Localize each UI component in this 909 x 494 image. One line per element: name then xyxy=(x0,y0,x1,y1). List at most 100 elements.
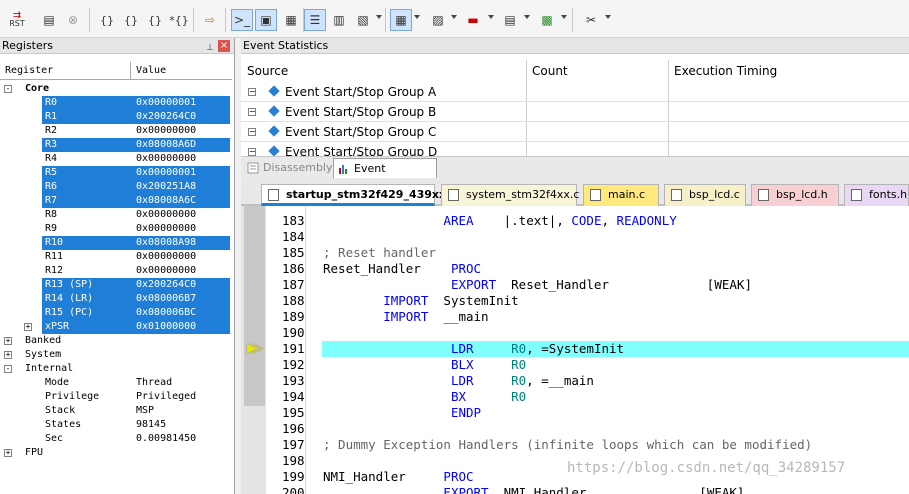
step-icon[interactable]: ▤ xyxy=(38,9,60,31)
register-value[interactable]: 0x00000000 xyxy=(136,152,196,166)
pin-icon[interactable]: ⊥ xyxy=(206,40,214,56)
register-value[interactable]: 0x00000000 xyxy=(136,208,196,222)
expand-icon[interactable]: − xyxy=(248,88,256,96)
register-row[interactable]: Stack MSP xyxy=(0,404,234,418)
register-row[interactable]: R5 0x00000001 xyxy=(0,166,234,180)
command-window-icon[interactable]: >_ xyxy=(231,9,253,31)
register-value[interactable]: 0x01000000 xyxy=(136,320,196,334)
close-icon[interactable]: × xyxy=(218,40,230,52)
code-line[interactable]: 193 LDR R0, =__main xyxy=(241,373,909,389)
code-line[interactable]: 184 xyxy=(241,229,909,245)
expand-icon[interactable]: + xyxy=(4,351,12,359)
code-line[interactable]: 186 Reset_Handler PROC xyxy=(241,261,909,277)
step-over-icon[interactable]: {} xyxy=(120,9,142,31)
col-register[interactable]: Register xyxy=(5,65,53,76)
register-row[interactable]: R6 0x200251A8 xyxy=(0,180,234,194)
register-value[interactable]: 0x08008A6D xyxy=(136,138,196,152)
step-out-icon[interactable]: {} xyxy=(144,9,166,31)
expand-icon[interactable]: + xyxy=(4,337,12,345)
analysis-window-icon[interactable]: ▬ xyxy=(462,9,484,31)
register-value[interactable]: Thread xyxy=(136,376,172,390)
col-execution-timing[interactable]: Execution Timing xyxy=(674,64,777,78)
code-line[interactable]: 197 ; Dummy Exception Handlers (infinite … xyxy=(241,437,909,453)
register-row[interactable]: - Core xyxy=(0,82,234,96)
register-row[interactable]: R0 0x00000001 xyxy=(0,96,234,110)
register-value[interactable]: Privileged xyxy=(136,390,196,404)
tab-disassembly[interactable]: Disassembly xyxy=(243,158,333,178)
register-value[interactable]: 0x00000000 xyxy=(136,250,196,264)
expand-icon[interactable]: + xyxy=(24,323,32,331)
col-source[interactable]: Source xyxy=(247,64,288,78)
register-row[interactable]: R14 (LR) 0x080006B7 xyxy=(0,292,234,306)
register-value[interactable]: 0x00000000 xyxy=(136,222,196,236)
register-row[interactable]: R3 0x08008A6D xyxy=(0,138,234,152)
symbols-window-icon[interactable]: ▦ xyxy=(280,9,302,31)
code-line[interactable]: 200 EXPORT NMI_Handler [WEAK] xyxy=(241,485,909,494)
memory-window-icon[interactable]: ▦ xyxy=(390,9,412,31)
register-row[interactable]: + xPSR 0x01000000 xyxy=(0,320,234,334)
col-value[interactable]: Value xyxy=(136,65,166,76)
code-line[interactable]: 187 EXPORT Reset_Handler [WEAK] xyxy=(241,277,909,293)
register-row[interactable]: R2 0x00000000 xyxy=(0,124,234,138)
code-line[interactable]: 194 BX R0 xyxy=(241,389,909,405)
step-into-icon[interactable]: {} xyxy=(96,9,118,31)
register-value[interactable]: 0x08008A6C xyxy=(136,194,196,208)
expand-icon[interactable]: − xyxy=(248,128,256,136)
registers-window-icon[interactable]: ☰ xyxy=(304,9,326,31)
run-to-cursor-icon[interactable]: *{} xyxy=(168,9,190,31)
watch-window-icon[interactable]: ▧ xyxy=(352,9,374,31)
register-row[interactable]: + System xyxy=(0,348,234,362)
event-group-row[interactable]: − Event Start/Stop Group B xyxy=(241,102,909,122)
register-row[interactable]: R7 0x08008A6C xyxy=(0,194,234,208)
tab-fonts-h[interactable]: fonts.h xyxy=(844,184,909,206)
event-group-row[interactable]: − Event Start/Stop Group A xyxy=(241,82,909,102)
register-row[interactable]: R10 0x08008A98 xyxy=(0,236,234,250)
register-row[interactable]: R9 0x00000000 xyxy=(0,222,234,236)
register-value[interactable]: 0x00000000 xyxy=(136,124,196,138)
col-count[interactable]: Count xyxy=(532,64,568,78)
serial-window-icon[interactable]: ▨ xyxy=(427,9,449,31)
register-value[interactable]: 0x200251A8 xyxy=(136,180,196,194)
register-value[interactable]: 0x00000000 xyxy=(136,264,196,278)
register-row[interactable]: R15 (PC) 0x080006BC xyxy=(0,306,234,320)
expand-icon[interactable]: − xyxy=(248,108,256,116)
tab-startup-file[interactable]: startup_stm32f429_439xx.s xyxy=(261,184,457,206)
expand-icon[interactable]: + xyxy=(4,449,12,457)
system-viewer-icon[interactable]: ▩ xyxy=(536,9,558,31)
code-line[interactable]: 195 ENDP xyxy=(241,405,909,421)
register-value[interactable]: 0x200264C0 xyxy=(136,110,196,124)
collapse-icon[interactable]: - xyxy=(4,365,12,373)
register-row[interactable]: States 98145 xyxy=(0,418,234,432)
code-line[interactable]: 189 IMPORT __main xyxy=(241,309,909,325)
register-value[interactable]: MSP xyxy=(136,404,154,418)
code-line[interactable]: 185 ; Reset handler xyxy=(241,245,909,261)
register-value[interactable]: 0x080006BC xyxy=(136,306,196,320)
disassembly-window-icon[interactable]: ▣ xyxy=(255,9,277,31)
register-row[interactable]: + Banked xyxy=(0,334,234,348)
register-row[interactable]: Mode Thread xyxy=(0,376,234,390)
reset-button[interactable]: ⇉ RST xyxy=(6,9,28,31)
register-row[interactable]: R1 0x200264C0 xyxy=(0,110,234,124)
register-value[interactable]: 0x200264C0 xyxy=(136,278,196,292)
show-next-statement-icon[interactable]: ⇨ xyxy=(199,9,221,31)
register-value[interactable]: 0x080006B7 xyxy=(136,292,196,306)
register-value[interactable]: 98145 xyxy=(136,418,166,432)
trace-window-icon[interactable]: ▤ xyxy=(499,9,521,31)
register-row[interactable]: R12 0x00000000 xyxy=(0,264,234,278)
register-value[interactable]: 0x00000001 xyxy=(136,166,196,180)
code-editor[interactable]: 183 AREA |.text|, CODE, READONLY 184 185; … xyxy=(241,206,909,494)
register-row[interactable]: R8 0x00000000 xyxy=(0,208,234,222)
tab-event-statistics[interactable]: Event Statistics xyxy=(333,158,437,195)
tab-system-file[interactable]: system_stm32f4xx.c xyxy=(441,184,579,206)
expand-icon[interactable]: − xyxy=(248,148,256,156)
code-line[interactable]: 196 xyxy=(241,421,909,437)
register-row[interactable]: Sec 0.00981450 xyxy=(0,432,234,446)
toolbox-icon[interactable]: ✂ xyxy=(580,9,602,31)
code-line[interactable]: 190 xyxy=(241,325,909,341)
current-code-line[interactable]: 191 LDR R0, =SystemInit xyxy=(241,341,909,357)
code-line[interactable]: 192 BLX R0 xyxy=(241,357,909,373)
register-row[interactable]: + FPU xyxy=(0,446,234,460)
register-value[interactable]: 0.00981450 xyxy=(136,432,196,446)
event-group-row[interactable]: − Event Start/Stop Group C xyxy=(241,122,909,142)
call-stack-icon[interactable]: ▥ xyxy=(328,9,350,31)
